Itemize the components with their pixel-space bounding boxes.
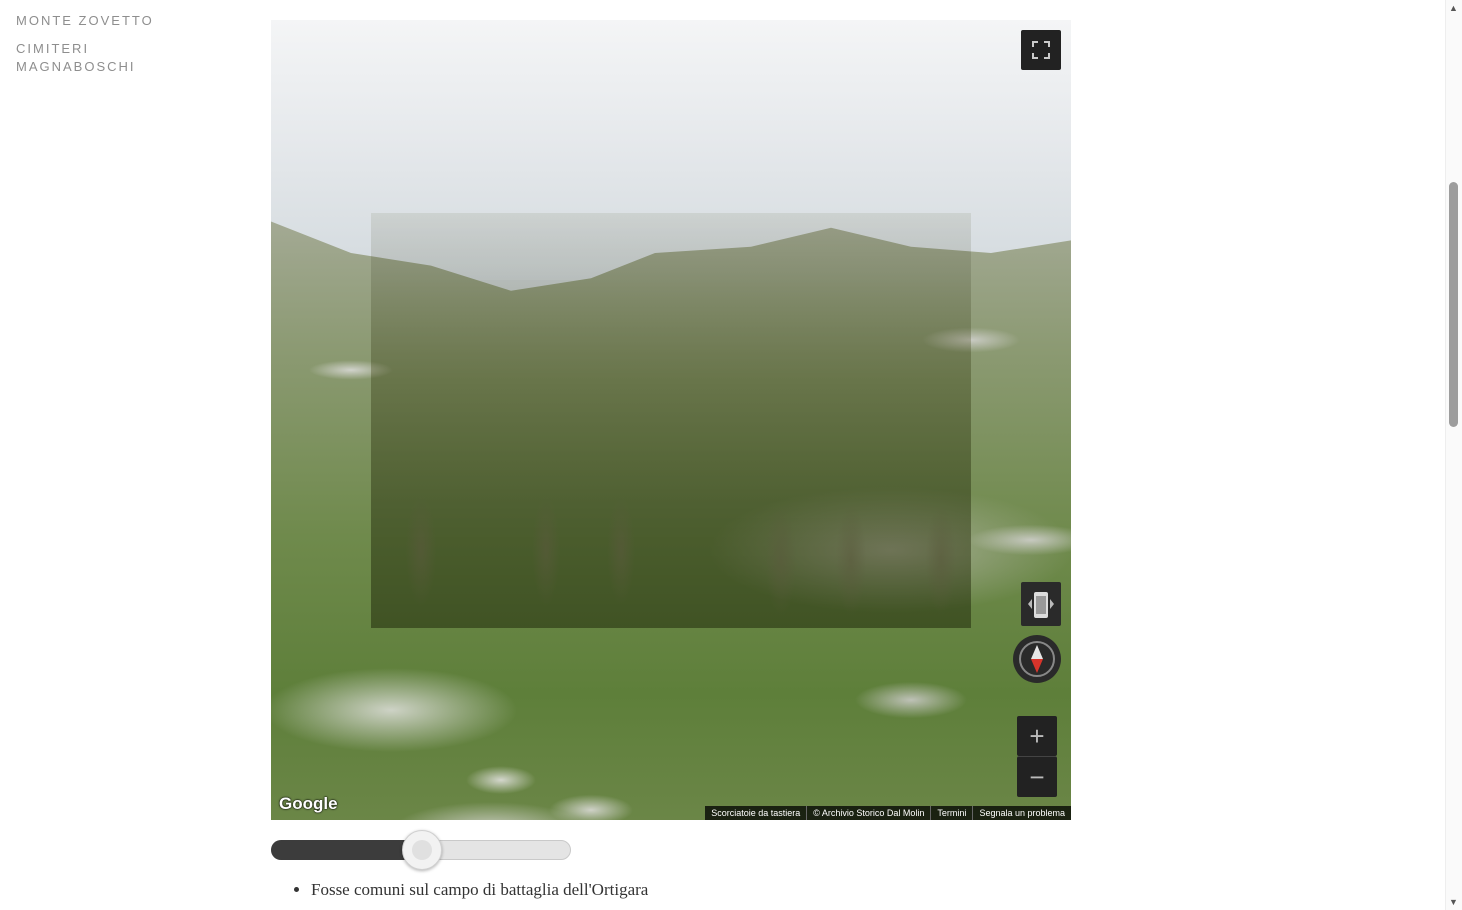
slider-fill	[271, 840, 421, 860]
zoom-in-button[interactable]: +	[1017, 716, 1057, 756]
side-navigation: MONTE ZOVETTO CIMITERI MAGNABOSCHI	[16, 12, 216, 86]
attribution-bar: Scorciatoie da tastiera © Archivio Stori…	[705, 806, 1071, 820]
report-problem-link[interactable]: Segnala un problema	[972, 806, 1071, 820]
caption-item: Fosse comuni sul campo di battaglia dell…	[311, 880, 648, 900]
compass-button[interactable]	[1013, 635, 1061, 683]
scroll-thumb[interactable]	[1449, 182, 1458, 427]
nav-item-label: MONTE ZOVETTO	[16, 13, 154, 28]
opacity-slider[interactable]	[271, 830, 571, 870]
panorama-scene[interactable]	[271, 20, 1071, 820]
pegman-button[interactable]	[1021, 582, 1061, 626]
fullscreen-icon	[1032, 41, 1050, 59]
copyright-text: © Archivio Storico Dal Molin	[806, 806, 930, 820]
page-scrollbar[interactable]: ▲ ▼	[1445, 0, 1462, 910]
street-view-panorama[interactable]: + − Google Scorciatoie da tastiera © Arc…	[271, 20, 1071, 820]
google-logo[interactable]: Google	[279, 794, 338, 814]
compass-icon	[1019, 641, 1055, 677]
scroll-up-arrow[interactable]: ▲	[1449, 3, 1458, 13]
keyboard-shortcuts-link[interactable]: Scorciatoie da tastiera	[705, 806, 806, 820]
nav-item-cimiteri-magnaboschi[interactable]: CIMITERI MAGNABOSCHI	[16, 40, 216, 76]
pegman-icon	[1028, 592, 1054, 618]
scroll-down-arrow[interactable]: ▼	[1449, 897, 1458, 907]
nav-item-label: MAGNABOSCHI	[16, 59, 136, 74]
nav-item-monte-zovetto[interactable]: MONTE ZOVETTO	[16, 12, 216, 30]
nav-item-label: CIMITERI	[16, 41, 90, 56]
fullscreen-button[interactable]	[1021, 30, 1061, 70]
historical-figures	[371, 450, 971, 628]
caption-list: Fosse comuni sul campo di battaglia dell…	[293, 880, 648, 900]
terms-link[interactable]: Termini	[930, 806, 972, 820]
slider-handle[interactable]	[402, 830, 442, 870]
zoom-out-button[interactable]: −	[1017, 756, 1057, 797]
